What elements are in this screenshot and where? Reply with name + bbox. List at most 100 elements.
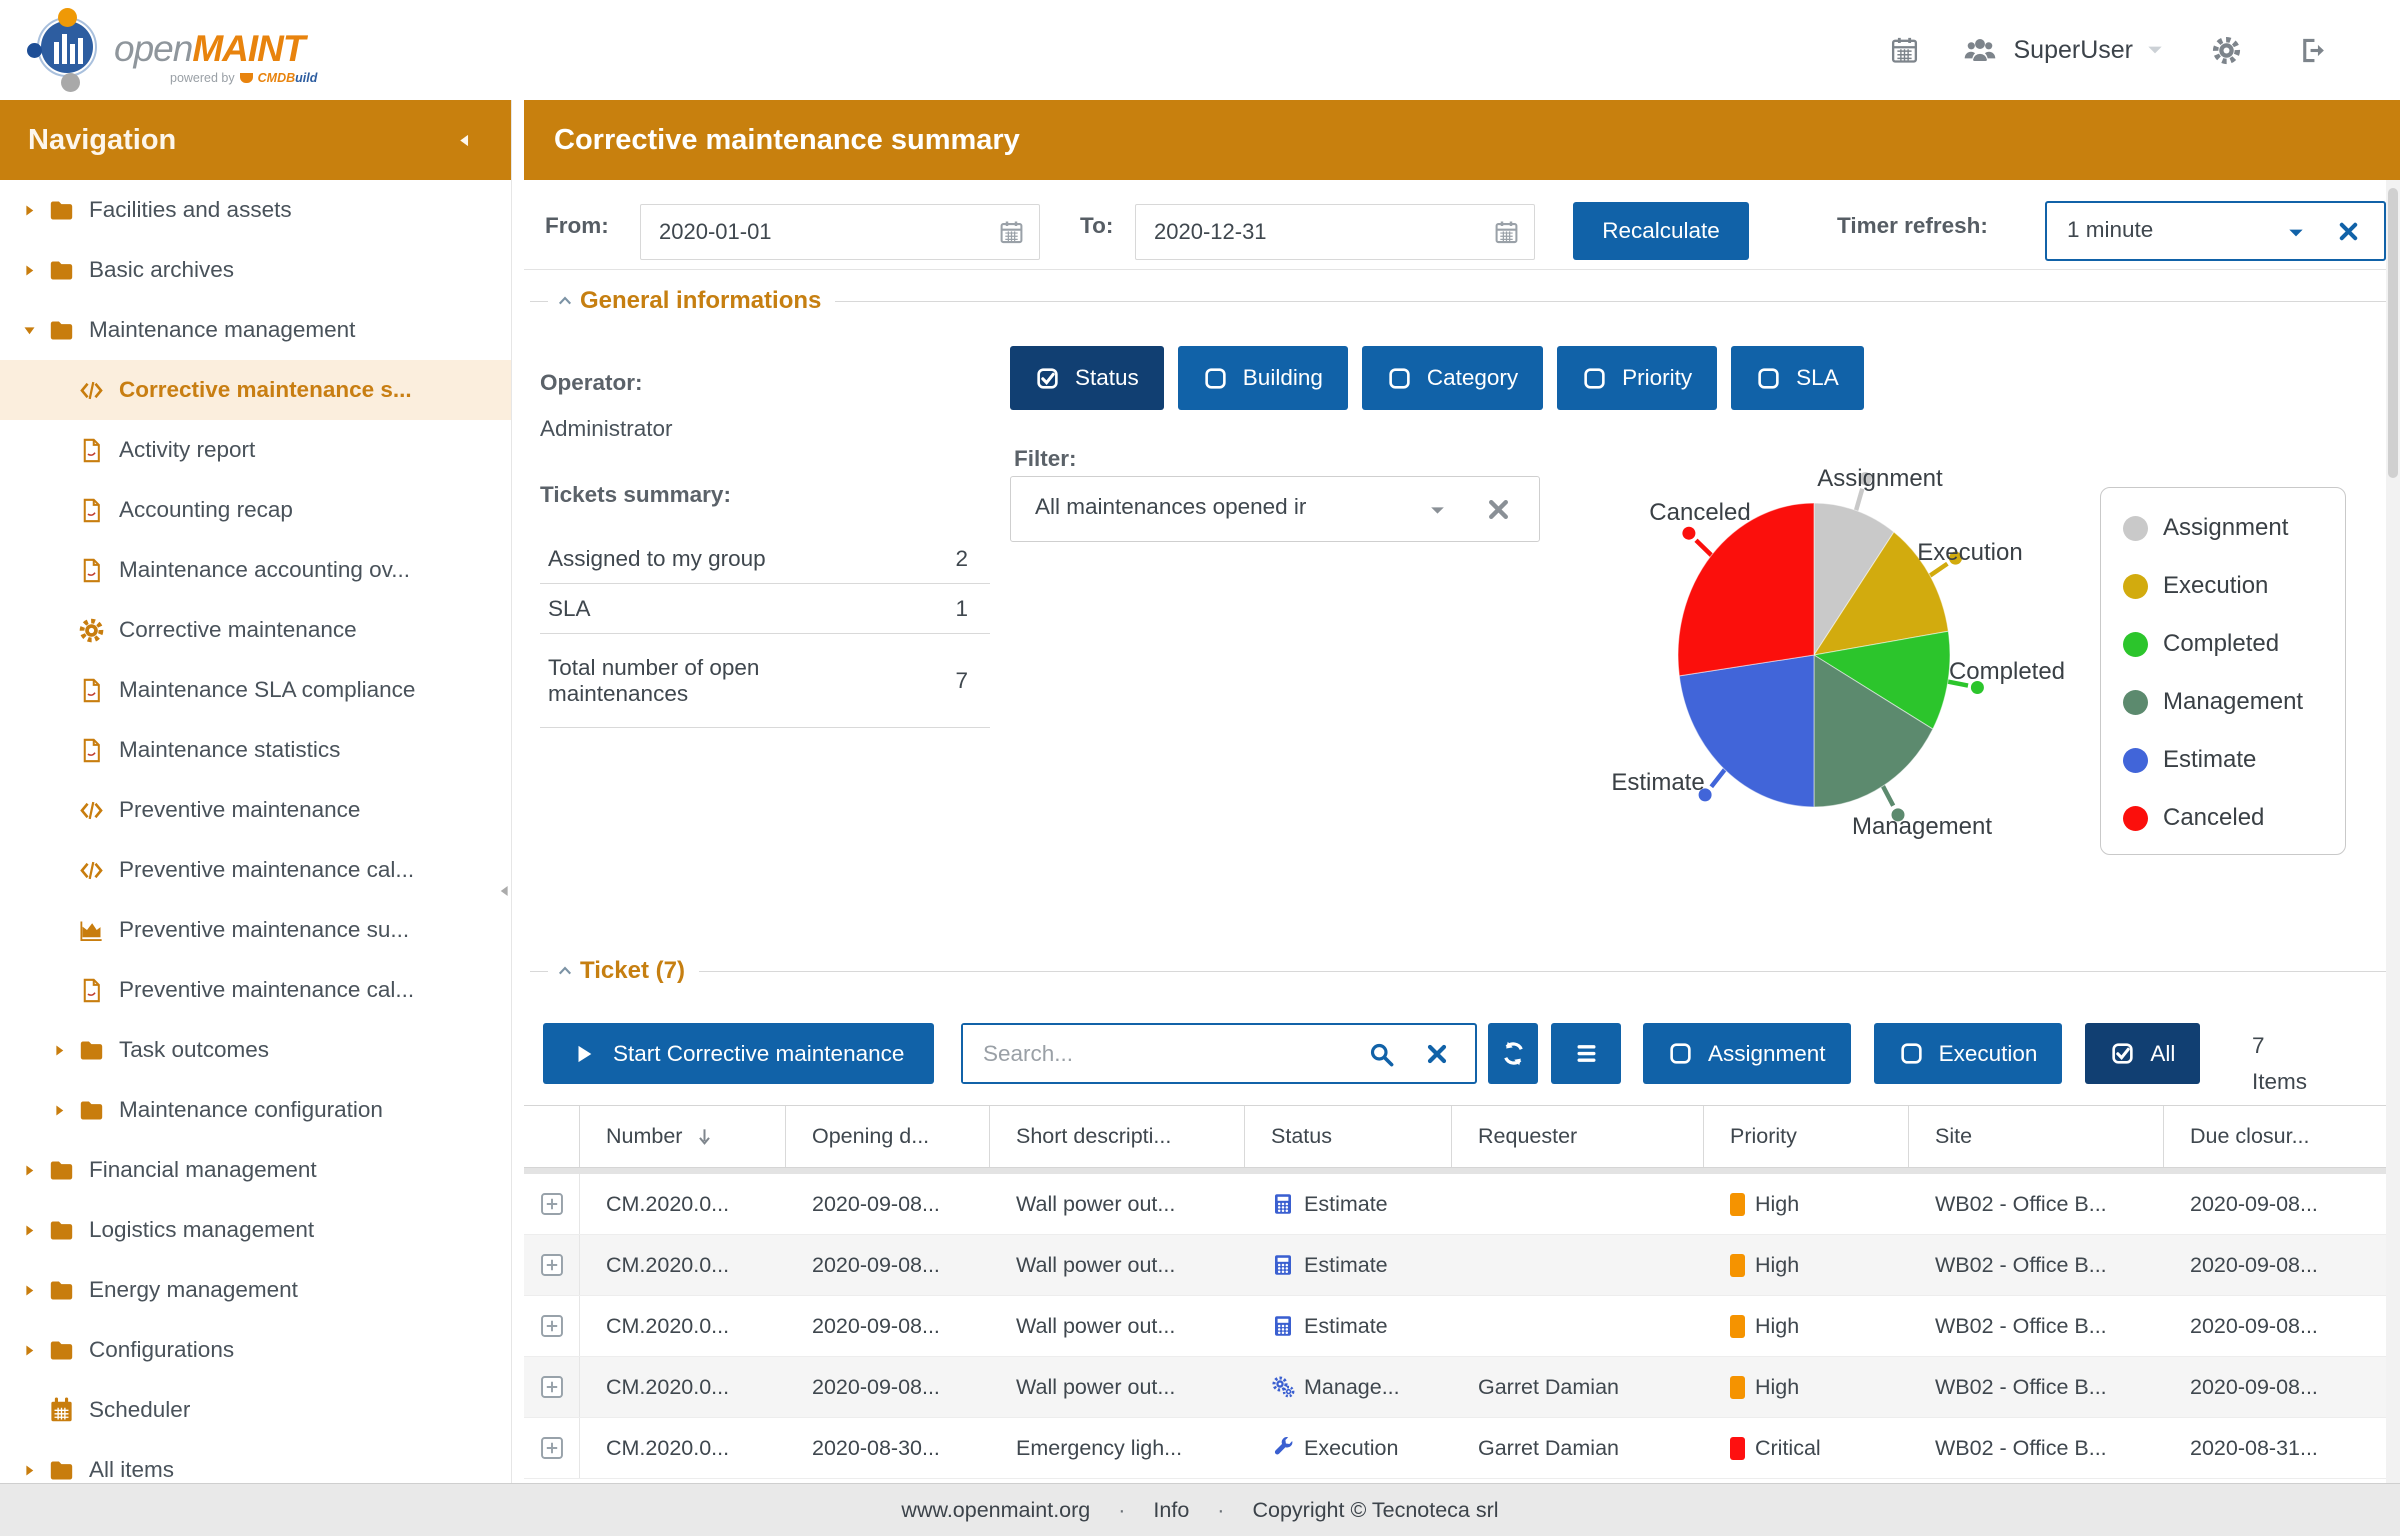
cell-short-description: Wall power out...	[990, 1357, 1245, 1417]
start-corrective-maintenance-button[interactable]: Start Corrective maintenance	[543, 1023, 934, 1084]
sidebar-item-maintenance-accounting-ov[interactable]: Maintenance accounting ov...	[0, 540, 511, 600]
row-expand-button[interactable]	[524, 1296, 580, 1356]
cell-requester: Garret Damian	[1452, 1418, 1704, 1478]
refresh-button[interactable]	[1488, 1023, 1538, 1084]
category-toggle-button[interactable]: Category	[1362, 346, 1543, 410]
recalculate-button[interactable]: Recalculate	[1573, 202, 1749, 260]
column-header-status[interactable]: Status	[1245, 1106, 1452, 1167]
sidebar-item-maintenance-management[interactable]: Maintenance management	[0, 300, 511, 360]
to-date-input[interactable]	[1136, 205, 1456, 259]
settings-gear-icon[interactable]	[2211, 35, 2242, 66]
cell-number: CM.2020.0...	[580, 1357, 786, 1417]
chevron-right-icon[interactable]	[22, 1163, 48, 1178]
all-toggle-button[interactable]: All	[2085, 1023, 2200, 1084]
chevron-right-icon[interactable]	[22, 1463, 48, 1478]
sidebar-item-logistics-management[interactable]: Logistics management	[0, 1200, 511, 1260]
chevron-right-icon[interactable]	[52, 1043, 78, 1058]
sidebar-item-task-outcomes[interactable]: Task outcomes	[0, 1020, 511, 1080]
column-header-expand[interactable]	[524, 1106, 580, 1167]
sidebar-item-scheduler[interactable]: Scheduler	[0, 1380, 511, 1440]
sla-toggle-button[interactable]: SLA	[1731, 346, 1864, 410]
sidebar-item-corrective-maintenance[interactable]: Corrective maintenance	[0, 600, 511, 660]
timer-refresh-select[interactable]: 1 minute	[2045, 201, 2386, 261]
chevron-right-icon[interactable]	[52, 1103, 78, 1118]
cell-opening-date: 2020-09-08...	[786, 1357, 990, 1417]
maintenance-filter-select[interactable]: All maintenances opened ir	[1010, 476, 1540, 542]
column-header-short-descripti[interactable]: Short descripti...	[990, 1106, 1245, 1167]
sidebar-item-preventive-maintenance-cal[interactable]: Preventive maintenance cal...	[0, 840, 511, 900]
chevron-down-icon[interactable]	[22, 323, 48, 338]
table-row[interactable]: CM.2020.0...2020-08-30...Emergency ligh.…	[524, 1418, 2400, 1479]
chevron-right-icon[interactable]	[22, 263, 48, 278]
sidebar-item-maintenance-configuration[interactable]: Maintenance configuration	[0, 1080, 511, 1140]
table-row[interactable]: CM.2020.0...2020-09-08...Wall power out.…	[524, 1174, 2400, 1235]
user-menu[interactable]: SuperUser	[2014, 36, 2166, 65]
timer-clear-icon[interactable]	[2337, 220, 2360, 243]
sidebar-item-preventive-maintenance-su[interactable]: Preventive maintenance su...	[0, 900, 511, 960]
chevron-down-icon[interactable]	[1428, 501, 1447, 520]
panel-resize-handle[interactable]	[497, 876, 512, 906]
sidebar-item-basic-archives[interactable]: Basic archives	[0, 240, 511, 300]
table-menu-button[interactable]	[1551, 1023, 1621, 1084]
column-header-priority[interactable]: Priority	[1704, 1106, 1909, 1167]
sidebar-item-financial-management[interactable]: Financial management	[0, 1140, 511, 1200]
building-toggle-button[interactable]: Building	[1178, 346, 1348, 410]
sidebar-item-label: Logistics management	[89, 1217, 314, 1243]
assignment-toggle-button[interactable]: Assignment	[1643, 1023, 1851, 1084]
sidebar-item-facilities-and-assets[interactable]: Facilities and assets	[0, 180, 511, 240]
search-clear-icon[interactable]	[1425, 1042, 1449, 1066]
chevron-right-icon[interactable]	[22, 203, 48, 218]
sidebar-item-energy-management[interactable]: Energy management	[0, 1260, 511, 1320]
sidebar-item-corrective-maintenance-s[interactable]: Corrective maintenance s...	[0, 360, 511, 420]
row-expand-button[interactable]	[524, 1357, 580, 1417]
row-expand-button[interactable]	[524, 1235, 580, 1295]
calendar-icon[interactable]	[998, 219, 1025, 246]
filter-clear-icon[interactable]	[1486, 497, 1511, 522]
status-toggle-button[interactable]: Status	[1010, 346, 1164, 410]
search-icon[interactable]	[1368, 1041, 1395, 1068]
column-header-requester[interactable]: Requester	[1452, 1106, 1704, 1167]
column-header-due-closur[interactable]: Due closur...	[2164, 1106, 2400, 1167]
chevron-down-icon[interactable]	[2286, 223, 2306, 243]
priority-toggle-button[interactable]: Priority	[1557, 346, 1717, 410]
sidebar-item-configurations[interactable]: Configurations	[0, 1320, 511, 1380]
sidebar-item-maintenance-statistics[interactable]: Maintenance statistics	[0, 720, 511, 780]
main-content: General informations Operator: Administr…	[524, 270, 2400, 1483]
search-input[interactable]	[963, 1025, 1313, 1082]
footer-info-link[interactable]: Info	[1153, 1498, 1189, 1523]
execution-toggle-button[interactable]: Execution	[1874, 1023, 2063, 1084]
row-expand-button[interactable]	[524, 1174, 580, 1234]
sidebar-item-maintenance-sla-compliance[interactable]: Maintenance SLA compliance	[0, 660, 511, 720]
table-header-row: NumberOpening d...Short descripti...Stat…	[524, 1105, 2400, 1168]
chevron-right-icon[interactable]	[22, 1343, 48, 1358]
calendar-icon[interactable]	[1493, 219, 1520, 246]
column-header-site[interactable]: Site	[1909, 1106, 2164, 1167]
sidebar-item-preventive-maintenance-cal[interactable]: Preventive maintenance cal...	[0, 960, 511, 1020]
collapse-caret-icon[interactable]	[556, 292, 574, 310]
table-row[interactable]: CM.2020.0...2020-09-08...Wall power out.…	[524, 1296, 2400, 1357]
filter-bar: From: To: Recalculate Timer refresh: 1 m…	[524, 180, 2400, 270]
from-date-input[interactable]	[641, 205, 961, 259]
chevron-right-icon[interactable]	[22, 1223, 48, 1238]
users-icon[interactable]	[1962, 32, 1998, 68]
logout-icon[interactable]	[2297, 35, 2328, 66]
sidebar-collapse-icon[interactable]	[456, 132, 473, 149]
sidebar-item-activity-report[interactable]: Activity report	[0, 420, 511, 480]
table-row[interactable]: CM.2020.0...2020-09-08...Wall power out.…	[524, 1235, 2400, 1296]
row-expand-button[interactable]	[524, 1418, 580, 1478]
table-row[interactable]: CM.2020.0...2020-09-08...Wall power out.…	[524, 1357, 2400, 1418]
general-informations-section-header[interactable]: General informations	[530, 286, 2392, 316]
column-header-opening-d[interactable]: Opening d...	[786, 1106, 990, 1167]
scrollbar-thumb[interactable]	[2388, 188, 2398, 478]
footer-site-link[interactable]: www.openmaint.org	[901, 1498, 1090, 1523]
brand-logo[interactable]: openMAINT powered by CMDBuild	[26, 8, 317, 92]
ticket-section-header[interactable]: Ticket (7)	[530, 956, 2392, 986]
sidebar-item-label: Facilities and assets	[89, 197, 292, 223]
collapse-caret-icon[interactable]	[556, 962, 574, 980]
column-header-number[interactable]: Number	[580, 1106, 786, 1167]
sidebar-item-accounting-recap[interactable]: Accounting recap	[0, 480, 511, 540]
cell-number: CM.2020.0...	[580, 1174, 786, 1234]
chevron-right-icon[interactable]	[22, 1283, 48, 1298]
sidebar-item-preventive-maintenance[interactable]: Preventive maintenance	[0, 780, 511, 840]
calendar-icon[interactable]	[1889, 35, 1920, 66]
